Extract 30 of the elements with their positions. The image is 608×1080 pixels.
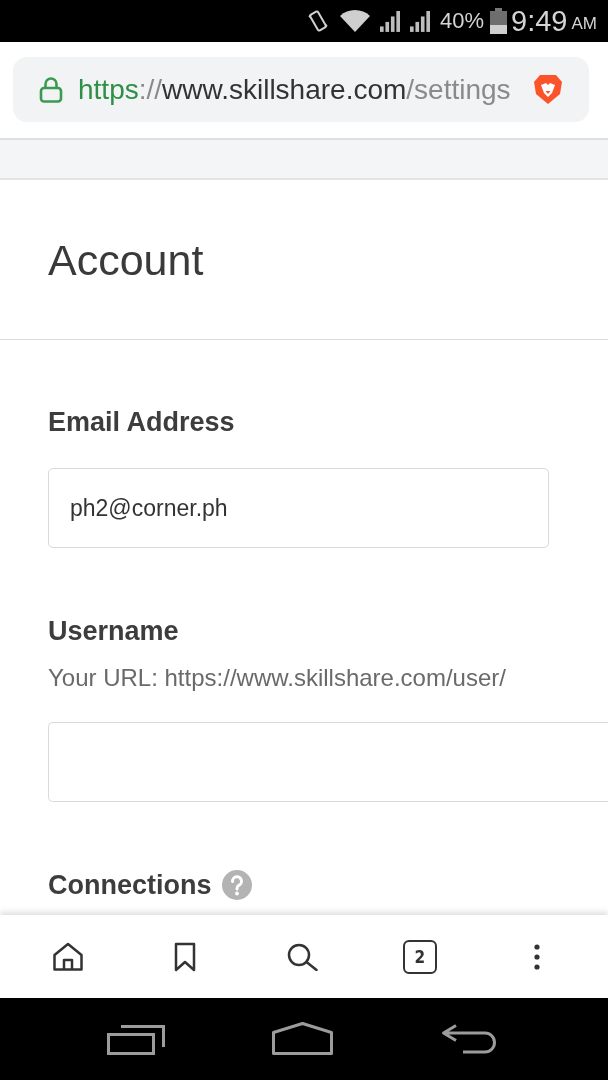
battery-icon [490,8,508,34]
text-input[interactable]: ph2@corner.ph [48,468,549,548]
home-icon [52,941,84,972]
text-input[interactable] [48,722,608,802]
search-icon [287,942,318,971]
clock-meridiem: AM [571,13,597,34]
battery-percentage: 40% [440,7,485,35]
more-icon [534,943,540,970]
recent-apps-button[interactable] [107,1025,165,1055]
back-button[interactable] [441,1024,498,1054]
wifi-icon [339,9,371,33]
lock-icon [39,76,63,103]
house-outline-icon [272,1022,333,1055]
back-arrow-icon [441,1024,498,1054]
lion-shield-icon[interactable] [533,74,563,105]
field-hint: Your URL: https://www.skillshare.com/user/ [48,663,506,693]
bookmark-icon [174,941,197,972]
home-nav-button[interactable] [272,1022,333,1055]
field-label: Email Address [48,406,235,438]
field-label: Username [48,615,179,647]
signal-icon [380,9,400,33]
clock-time: 9:49 [511,4,568,38]
address-bar[interactable]: https://www.skillshare.com/settings [13,57,589,122]
vibrate-icon [308,8,328,34]
section-heading: Connections [48,869,212,901]
url-text: https://www.skillshare.com/settings [78,72,512,107]
signal-icon [410,9,430,33]
tab-switcher-button[interactable]: 2 [402,939,437,974]
recent-apps-icon [107,1025,165,1055]
page-title: Account [48,234,204,286]
